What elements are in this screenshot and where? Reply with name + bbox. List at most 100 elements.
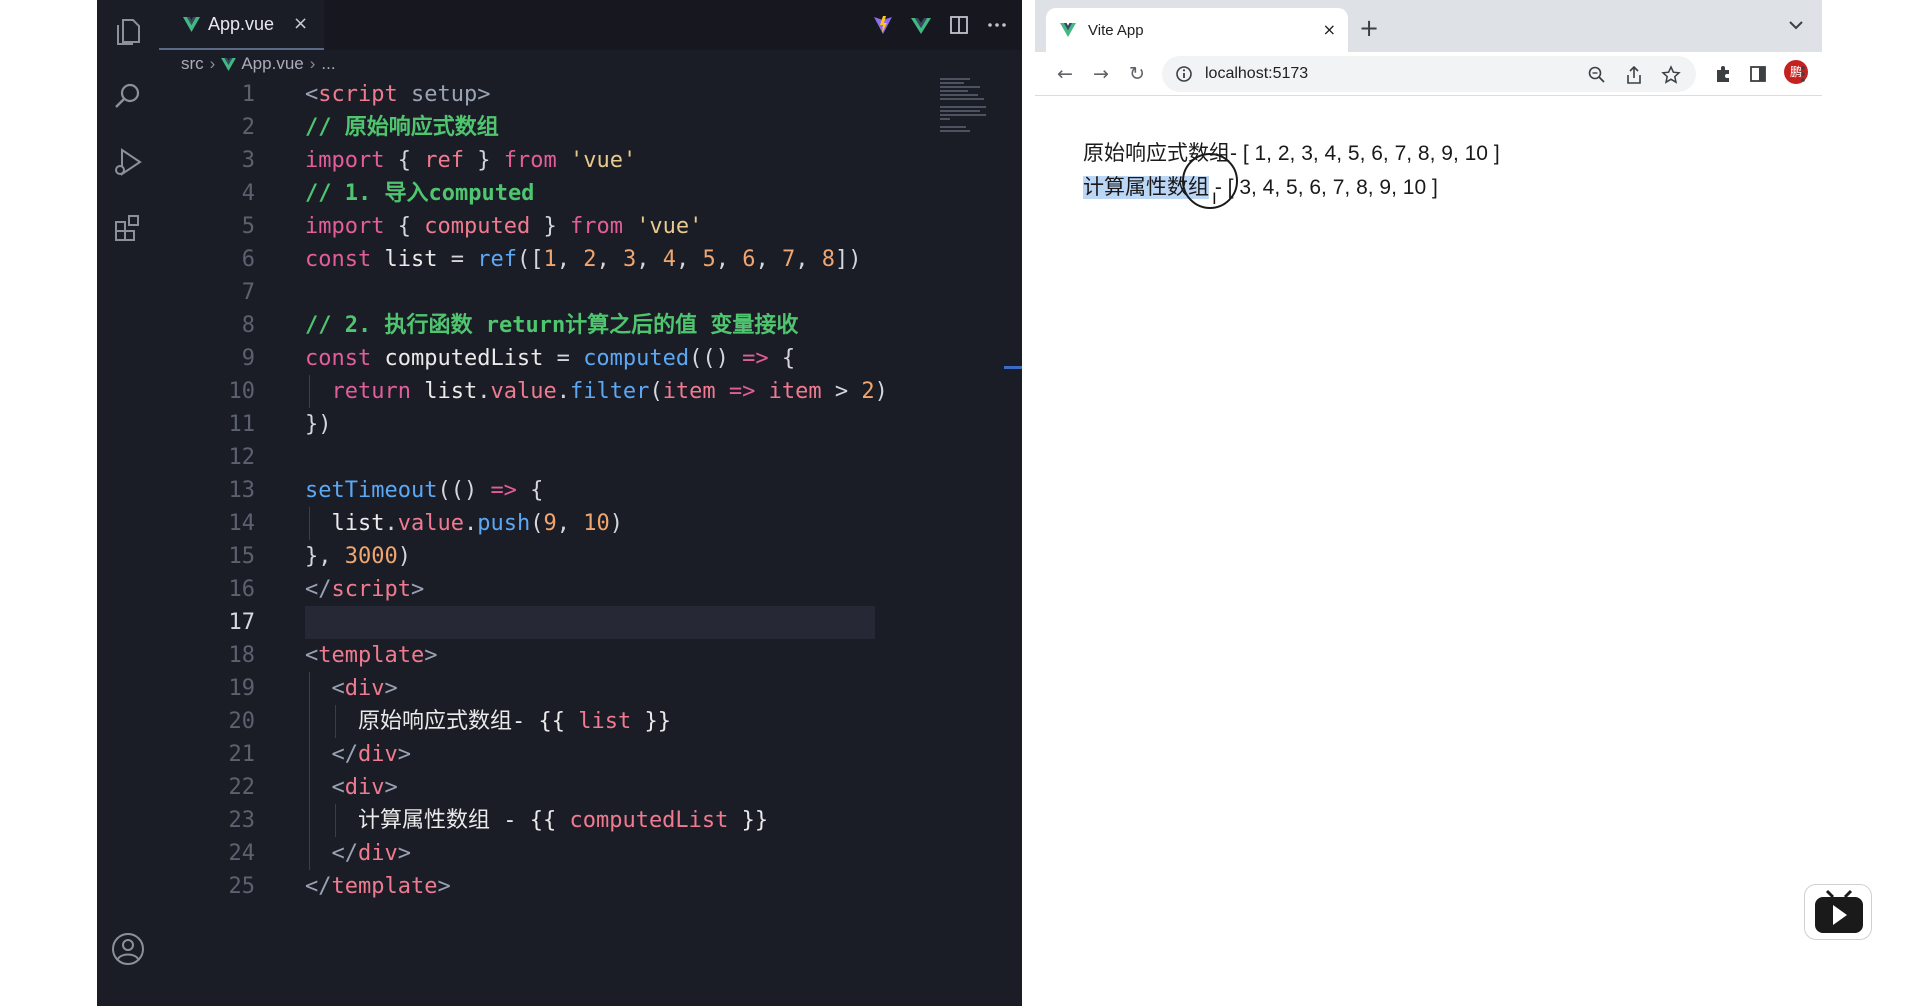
code-line[interactable]: 10 return list.value.filter(item => item… [159,375,939,408]
code-line[interactable]: 8 // 2. 执行函数 return计算之后的值 变量接收 [159,309,939,342]
code-line[interactable]: 14 list.value.push(9, 10) [159,507,939,540]
side-panel-icon[interactable] [1748,64,1768,84]
code-text: <div> [331,676,398,701]
vue-devtools-icon[interactable] [910,14,932,36]
code-line[interactable]: 2 // 原始响应式数组 [159,111,939,144]
code-line[interactable]: 24 </div> [159,837,939,870]
more-actions-icon[interactable] [986,14,1008,36]
split-editor-icon[interactable] [948,14,970,36]
breadcrumb-file[interactable]: App.vue [241,54,303,74]
code-text: 计算属性数组 - {{ computedList }} [357,808,769,833]
computed-array-text: - [ 3, 4, 5, 6, 7, 8, 9, 10 ] [1209,176,1438,199]
address-bar[interactable]: localhost:5173 [1162,56,1696,92]
site-info-icon[interactable] [1175,65,1193,83]
code-text: // 原始响应式数组 [305,115,499,140]
minimap[interactable] [940,78,1000,138]
code-line[interactable]: 11}) [159,408,939,441]
code-line[interactable]: 21 </div> [159,738,939,771]
accounts-icon[interactable] [110,931,146,967]
tab-close-icon[interactable]: × [293,13,308,35]
code-text: // 2. 执行函数 return计算之后的值 变量接收 [305,313,799,338]
extensions-icon[interactable] [110,210,146,246]
code-line[interactable]: 12 [159,441,939,474]
cursor-highlight [1182,153,1238,209]
browser-tab-strip: Vite App × + [1035,0,1822,52]
indent-guide [309,672,310,870]
url-text: localhost:5173 [1205,65,1309,82]
share-icon[interactable] [1624,65,1644,85]
vue-file-icon [183,16,200,32]
code-line[interactable]: 19 <div> [159,672,939,705]
indent-guide [335,705,336,738]
code-text: // 1. 导入computed [305,181,535,206]
code-editor-window: App.vue × src › App.vue › ... 1 <script s… [97,0,1022,1006]
code-text: import { computed } from 'vue' [305,214,703,239]
page-content: 原始响应式数组- [ 1, 2, 3, 4, 5, 6, 7, 8, 9, 10… [1035,97,1822,1006]
code-line[interactable]: 7 [159,276,939,309]
code-line[interactable]: 22 <div> [159,771,939,804]
breadcrumb-more[interactable]: ... [321,54,335,74]
vue-favicon-icon [1060,23,1076,37]
chevron-down-icon[interactable] [1788,19,1804,31]
code-line[interactable]: 1 <script setup> [159,78,939,111]
code-line[interactable]: 16 </script> [159,573,939,606]
code-text: <script setup> [305,82,491,107]
browser-menu-icon[interactable] [1797,64,1809,84]
code-line[interactable]: 17 [159,606,939,639]
code-text: return list.value.filter(item => item > … [331,379,888,404]
code-text: 原始响应式数组- {{ list }} [357,709,671,734]
run-debug-icon[interactable] [110,144,146,180]
back-icon[interactable]: ← [1053,62,1077,86]
line-number: 15 [228,544,256,569]
editor-tab-strip: App.vue × [159,0,1022,50]
code-text: setTimeout(() => { [305,478,544,503]
code-line[interactable]: 5 import { computed } from 'vue' [159,210,939,243]
code-text: </div> [331,841,412,866]
code-line[interactable]: 6 const list = ref([1, 2, 3, 4, 5, 6, 7, … [159,243,939,276]
code-line[interactable]: 13 setTimeout(() => { [159,474,939,507]
line-number: 3 [241,148,255,173]
explorer-icon[interactable] [110,14,146,50]
search-icon[interactable] [110,78,146,114]
code-line[interactable]: 3 import { ref } from 'vue' [159,144,939,177]
code-line[interactable]: 20 原始响应式数组- {{ list }} [159,705,939,738]
browser-tab-close-icon[interactable]: × [1323,20,1336,39]
forward-icon[interactable]: → [1089,62,1113,86]
zoom-icon[interactable] [1587,65,1607,85]
line-number: 18 [228,643,256,668]
activity-bar [97,0,159,1006]
code-line[interactable]: 9 const computedList = computed(() => { [159,342,939,375]
line-number: 20 [228,709,256,734]
computed-array-line: 计算属性数组 - [ 3, 4, 5, 6, 7, 8, 9, 10 ] [1083,173,1438,203]
new-tab-button[interactable]: + [1353,13,1385,45]
reload-icon[interactable]: ↻ [1125,62,1149,86]
indent-guide [335,804,336,837]
indent-guide [309,375,310,408]
video-play-button[interactable] [1804,884,1872,940]
code-line[interactable]: 18 <template> [159,639,939,672]
line-number: 9 [241,346,255,371]
code-text: <template> [305,643,438,668]
vue-file-icon [221,57,237,71]
line-number: 8 [241,313,255,338]
code-area[interactable]: 1 <script setup> 2 // 原始响应式数组 3 import { ref … [159,78,939,899]
overview-ruler-marker [1004,366,1022,369]
editor-actions [872,12,1008,38]
tab-app-vue[interactable]: App.vue × [159,0,324,50]
extensions-puzzle-icon[interactable] [1713,64,1733,84]
breadcrumb-folder[interactable]: src [181,54,204,74]
line-number: 1 [241,82,255,107]
line-number: 11 [228,412,256,437]
line-number: 6 [241,247,255,272]
code-text: }, 3000) [305,544,411,569]
code-text: const list = ref([1, 2, 3, 4, 5, 6, 7, 8… [305,247,862,272]
vite-icon[interactable] [872,14,894,36]
code-line[interactable]: 15 }, 3000) [159,540,939,573]
line-number: 13 [228,478,256,503]
code-line[interactable]: 25 </template> [159,870,939,903]
line-number: 22 [228,775,256,800]
code-line[interactable]: 23 计算属性数组 - {{ computedList }} [159,804,939,837]
browser-tab-vite-app[interactable]: Vite App × [1046,8,1348,52]
code-line[interactable]: 4 // 1. 导入computed [159,177,939,210]
bookmark-star-icon[interactable] [1661,65,1681,85]
